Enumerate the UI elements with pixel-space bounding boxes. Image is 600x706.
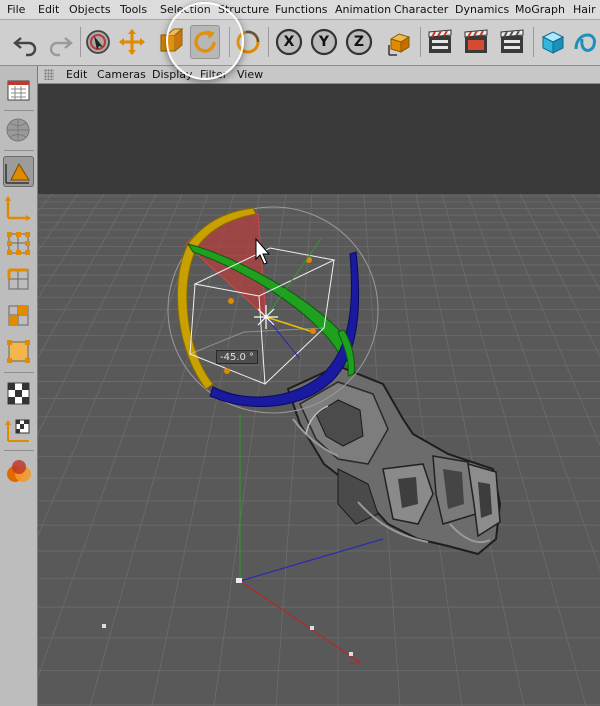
palette-separator: [4, 110, 34, 111]
menu-tools[interactable]: Tools: [120, 3, 147, 16]
object-mode-icon: [5, 162, 30, 184]
object-mode-button[interactable]: [3, 156, 34, 187]
scene-marker: [349, 652, 353, 656]
perspective-viewport[interactable]: -45.0 °: [0, 84, 600, 706]
toolbar-separator: [80, 27, 81, 57]
cube-primitive-button[interactable]: [538, 25, 568, 59]
menu-file[interactable]: File: [7, 3, 25, 16]
x-axis-label: X: [283, 34, 295, 50]
render-settings-icon: [500, 29, 524, 53]
move-icon: [119, 29, 145, 55]
spline-tool-icon: [574, 33, 596, 52]
menu-dynamics[interactable]: Dynamics: [455, 3, 509, 16]
points-mode-icon: [7, 232, 30, 255]
paint-mode-button[interactable]: [3, 456, 34, 487]
world-origin-marker: [236, 578, 242, 583]
object-axis-button[interactable]: [3, 192, 34, 223]
live-selection-button[interactable]: [83, 25, 113, 59]
menu-hair[interactable]: Hair: [573, 3, 596, 16]
workplane-icon: [5, 419, 30, 442]
texture-mode-icon: [6, 118, 30, 142]
menu-animation[interactable]: Animation: [335, 3, 391, 16]
points-mode-button[interactable]: [3, 228, 34, 259]
model-mode-icon: [7, 80, 30, 101]
paint-mode-icon: [7, 460, 31, 482]
menu-edit[interactable]: Edit: [38, 3, 59, 16]
rotation-angle-readout: -45.0 °: [216, 350, 259, 364]
menu-functions[interactable]: Functions: [275, 3, 328, 16]
menu-bar: File Edit Objects Tools Selection Struct…: [0, 0, 600, 20]
palette-separator: [4, 150, 34, 151]
redo-button[interactable]: [45, 25, 75, 59]
rotate-button[interactable]: [190, 25, 220, 59]
render-view-button[interactable]: [425, 25, 455, 59]
z-axis-label: Z: [353, 34, 365, 50]
texture-axis-button[interactable]: [3, 378, 34, 409]
redo-icon: [49, 37, 73, 57]
panel-grip-icon[interactable]: [44, 69, 54, 80]
menu-character[interactable]: Character: [394, 3, 448, 16]
menu-mograph[interactable]: MoGraph: [515, 3, 565, 16]
cube-primitive-icon: [541, 31, 565, 54]
texture-mode-button[interactable]: [3, 114, 34, 145]
render-picture-viewer-button[interactable]: [461, 25, 491, 59]
gizmo-handle[interactable]: [228, 298, 234, 304]
y-axis-label: Y: [318, 34, 330, 50]
mode-palette: [0, 66, 38, 706]
texture-axis-icon: [7, 382, 30, 405]
spline-tool-button[interactable]: [572, 25, 600, 59]
world-coordinates-button[interactable]: [385, 25, 415, 59]
menu-objects[interactable]: Objects: [69, 3, 111, 16]
toolbar-separator: [420, 27, 421, 57]
undo-button[interactable]: [11, 25, 41, 59]
palette-separator: [4, 372, 34, 373]
scene-marker: [102, 624, 106, 628]
edges-mode-icon: [7, 268, 29, 290]
z-axis-lock-button[interactable]: Z: [344, 25, 374, 59]
toolbar-separator: [268, 27, 269, 57]
viewport-menu-display[interactable]: Display: [152, 68, 193, 81]
polygons-mode-icon: [8, 305, 29, 326]
viewport-menu-bar: Edit Cameras Display Filter View: [38, 66, 600, 84]
viewport-scene[interactable]: [0, 84, 600, 706]
live-selection-icon: [86, 30, 110, 54]
viewport-menu-cameras[interactable]: Cameras: [97, 68, 146, 81]
polygons-mode-button[interactable]: [3, 300, 34, 331]
x-axis-lock-button[interactable]: X: [274, 25, 304, 59]
menu-structure[interactable]: Structure: [218, 3, 269, 16]
model-mode-button[interactable]: [3, 75, 34, 106]
viewport-menu-view[interactable]: View: [237, 68, 263, 81]
undo-icon: [13, 37, 37, 57]
main-toolbar: X Y Z: [0, 20, 600, 66]
scale-button[interactable]: [154, 25, 184, 59]
uv-polygons-mode-icon: [7, 340, 30, 363]
rotate-icon: [194, 30, 216, 53]
uv-polygons-mode-button[interactable]: [3, 336, 34, 367]
workplane-button[interactable]: [3, 414, 34, 445]
y-axis-lock-button[interactable]: Y: [309, 25, 339, 59]
edges-mode-button[interactable]: [3, 264, 34, 295]
scale-icon: [160, 27, 184, 52]
viewport-menu-filter[interactable]: Filter: [200, 68, 227, 81]
gizmo-handle[interactable]: [310, 328, 316, 334]
gizmo-handle[interactable]: [306, 257, 312, 263]
toolbar-separator: [229, 27, 230, 57]
last-tool-icon: [236, 30, 260, 54]
object-axis-icon: [5, 196, 31, 221]
render-settings-button[interactable]: [497, 25, 527, 59]
render-view-icon: [428, 29, 452, 53]
toolbar-separator: [533, 27, 534, 57]
palette-separator: [4, 450, 34, 451]
menu-selection[interactable]: Selection: [160, 3, 211, 16]
gizmo-handle[interactable]: [224, 368, 230, 374]
world-coordinates-icon: [388, 33, 411, 56]
move-button[interactable]: [117, 25, 147, 59]
render-picture-viewer-icon: [464, 29, 488, 53]
last-tool-button[interactable]: [233, 25, 263, 59]
scene-marker: [310, 626, 314, 630]
viewport-menu-edit[interactable]: Edit: [66, 68, 87, 81]
